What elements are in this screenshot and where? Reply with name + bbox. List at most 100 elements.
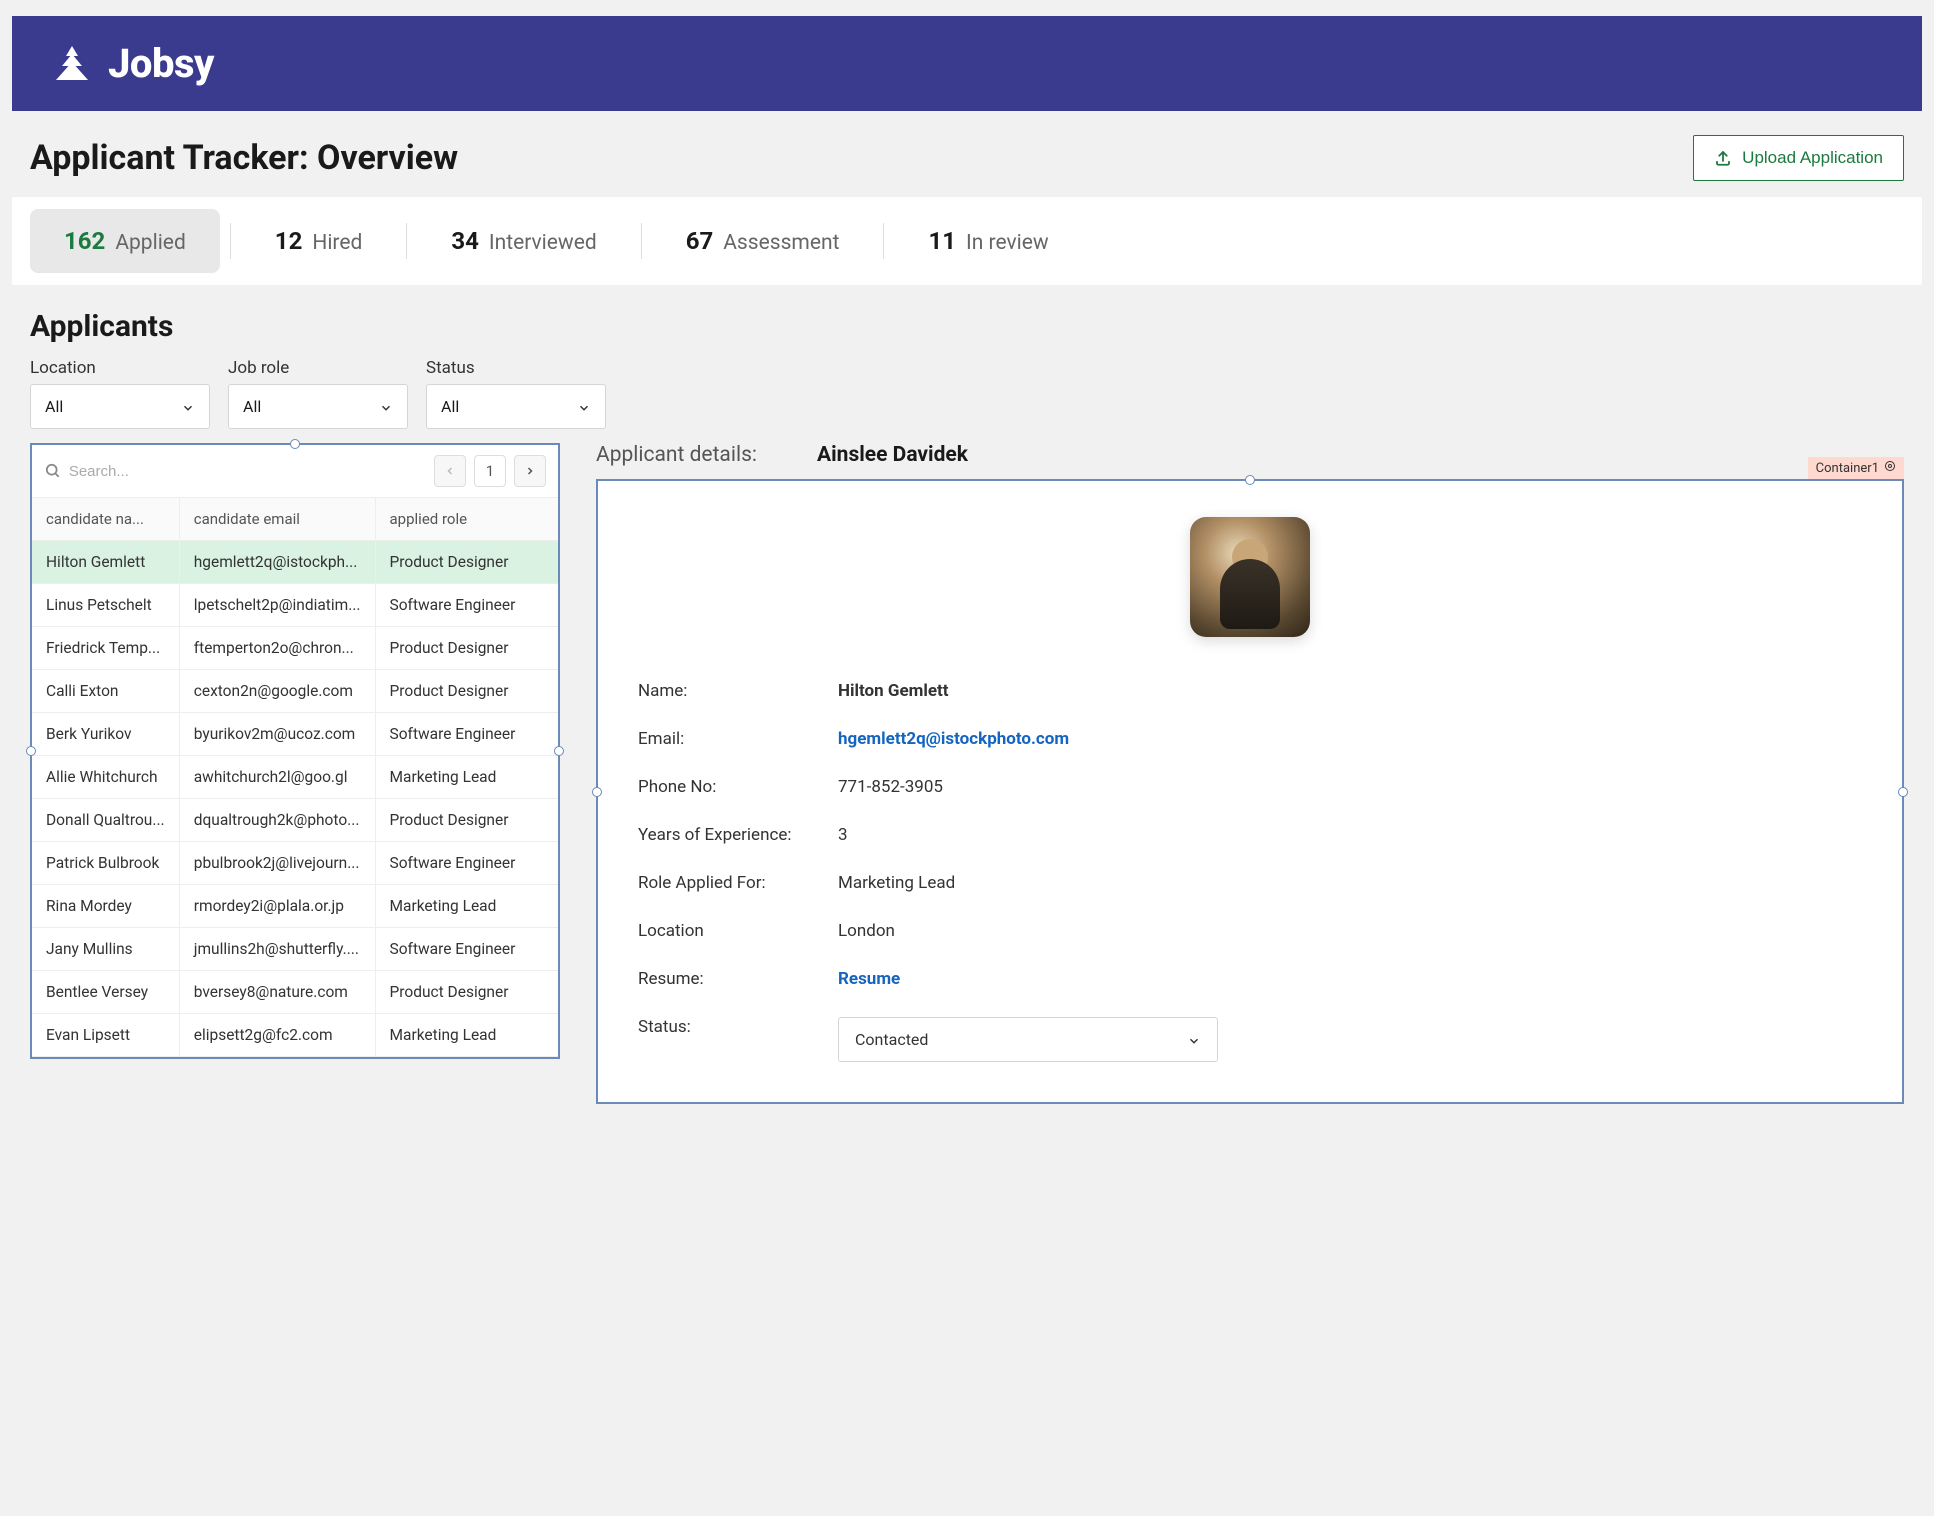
detail-status-select[interactable]: Contacted	[838, 1017, 1218, 1062]
table-row[interactable]: Donall Qualtrou...dqualtrough2k@photo...…	[32, 799, 558, 842]
cell-name: Allie Whitchurch	[32, 756, 179, 799]
applicants-table-panel: 1 candidate na... candidate email applie…	[30, 443, 560, 1059]
filter-jobrole-select[interactable]: All	[228, 384, 408, 429]
stat-count: 11	[928, 227, 956, 255]
table-row[interactable]: Rina Mordeyrmordey2i@plala.or.jpMarketin…	[32, 885, 558, 928]
table-row[interactable]: Calli Extoncexton2n@google.comProduct De…	[32, 670, 558, 713]
stat-count: 34	[451, 227, 479, 255]
cell-name: Calli Exton	[32, 670, 179, 713]
cell-name: Jany Mullins	[32, 928, 179, 971]
container-tag-label: Container1	[1816, 461, 1879, 476]
selection-handle-icon[interactable]	[1898, 787, 1908, 797]
cell-email: pbulbrook2j@livejourn...	[179, 842, 375, 885]
cell-email: lpetschelt2p@indiatim...	[179, 584, 375, 627]
cell-name: Donall Qualtrou...	[32, 799, 179, 842]
selection-handle-icon[interactable]	[554, 746, 564, 756]
chevron-down-icon	[1187, 1033, 1201, 1047]
cell-role: Product Designer	[375, 627, 558, 670]
table-row[interactable]: Bentlee Verseybversey8@nature.comProduct…	[32, 971, 558, 1014]
cell-role: Product Designer	[375, 670, 558, 713]
stat-interviewed[interactable]: 34 Interviewed	[417, 209, 630, 273]
stat-hired[interactable]: 12 Hired	[241, 209, 397, 273]
detail-status-label: Status:	[638, 1017, 838, 1062]
cell-name: Berk Yurikov	[32, 713, 179, 756]
applicant-details-label: Applicant details:	[596, 443, 757, 467]
search-input[interactable]	[69, 463, 426, 480]
selection-handle-icon[interactable]	[1245, 475, 1255, 485]
divider	[641, 223, 642, 259]
container-tag[interactable]: Container1	[1808, 457, 1904, 479]
detail-role-label: Role Applied For:	[638, 873, 838, 893]
col-applied-role[interactable]: applied role	[375, 498, 558, 541]
col-candidate-name[interactable]: candidate na...	[32, 498, 179, 541]
applicant-details-panel: Name: Hilton Gemlett Email: hgemlett2q@i…	[596, 479, 1904, 1104]
detail-resume-link[interactable]: Resume	[838, 969, 1862, 989]
table-row[interactable]: Jany Mullinsjmullins2h@shutterfly....Sof…	[32, 928, 558, 971]
chevron-down-icon	[379, 400, 393, 414]
stat-in-review[interactable]: 11 In review	[894, 209, 1082, 273]
table-row[interactable]: Allie Whitchurchawhitchurch2l@goo.glMark…	[32, 756, 558, 799]
cell-role: Product Designer	[375, 541, 558, 584]
upload-application-label: Upload Application	[1742, 148, 1883, 168]
cell-role: Software Engineer	[375, 842, 558, 885]
cell-role: Software Engineer	[375, 713, 558, 756]
chevron-down-icon	[577, 400, 591, 414]
filter-status-select[interactable]: All	[426, 384, 606, 429]
cell-role: Software Engineer	[375, 584, 558, 627]
page-title: Applicant Tracker: Overview	[30, 138, 458, 178]
stat-applied[interactable]: 162Applied	[30, 209, 220, 273]
cell-role: Product Designer	[375, 799, 558, 842]
cell-email: cexton2n@google.com	[179, 670, 375, 713]
table-row[interactable]: Linus Petscheltlpetschelt2p@indiatim...S…	[32, 584, 558, 627]
stat-label: Applied	[115, 231, 185, 255]
table-row[interactable]: Hilton Gemletthgemlett2q@istockph...Prod…	[32, 541, 558, 584]
stat-label: Interviewed	[489, 231, 597, 255]
filter-location-select[interactable]: All	[30, 384, 210, 429]
detail-role-value: Marketing Lead	[838, 873, 1862, 893]
selection-handle-icon[interactable]	[290, 439, 300, 449]
selection-handle-icon[interactable]	[26, 746, 36, 756]
stat-assessment[interactable]: 67Assessment	[652, 209, 874, 273]
detail-email-value[interactable]: hgemlett2q@istockphoto.com	[838, 729, 1862, 749]
table-row[interactable]: Berk Yurikovbyurikov2m@ucoz.comSoftware …	[32, 713, 558, 756]
pager-prev-button[interactable]	[434, 455, 466, 487]
stat-label: Assessment	[723, 231, 839, 255]
detail-name-value: Hilton Gemlett	[838, 681, 1862, 701]
divider	[406, 223, 407, 259]
cell-email: rmordey2i@plala.or.jp	[179, 885, 375, 928]
filter-jobrole-value: All	[243, 397, 261, 416]
cell-name: Bentlee Versey	[32, 971, 179, 1014]
upload-icon	[1714, 149, 1732, 167]
cell-name: Hilton Gemlett	[32, 541, 179, 584]
detail-phone-label: Phone No:	[638, 777, 838, 797]
app-header: Jobsy	[12, 16, 1922, 111]
applicant-details-name: Ainslee Davidek	[817, 443, 968, 467]
table-row[interactable]: Evan Lipsettelipsett2g@fc2.comMarketing …	[32, 1014, 558, 1057]
table-row[interactable]: Patrick Bulbrookpbulbrook2j@livejourn...…	[32, 842, 558, 885]
cell-role: Marketing Lead	[375, 1014, 558, 1057]
cell-name: Friedrick Temp...	[32, 627, 179, 670]
applicants-heading: Applicants	[30, 309, 1904, 344]
stats-bar: 162Applied 12 Hired 34 Interviewed 67Assessme…	[12, 197, 1922, 285]
detail-email-label: Email:	[638, 729, 838, 749]
cell-role: Marketing Lead	[375, 756, 558, 799]
stat-count: 12	[275, 227, 303, 255]
upload-application-button[interactable]: Upload Application	[1693, 135, 1904, 181]
filter-status-label: Status	[426, 358, 606, 378]
pager-page-number: 1	[474, 455, 506, 487]
col-candidate-email[interactable]: candidate email	[179, 498, 375, 541]
detail-location-value: London	[838, 921, 1862, 941]
stat-label: In review	[966, 231, 1049, 255]
applicants-table: candidate na... candidate email applied …	[32, 498, 558, 1057]
filter-status-value: All	[441, 397, 459, 416]
detail-phone-value: 771-852-3905	[838, 777, 1862, 797]
stat-label: Hired	[312, 231, 362, 255]
cell-email: dqualtrough2k@photo...	[179, 799, 375, 842]
cell-email: hgemlett2q@istockph...	[179, 541, 375, 584]
cell-role: Marketing Lead	[375, 885, 558, 928]
selection-handle-icon[interactable]	[592, 787, 602, 797]
cell-name: Linus Petschelt	[32, 584, 179, 627]
table-row[interactable]: Friedrick Temp...ftemperton2o@chron...Pr…	[32, 627, 558, 670]
chevron-down-icon	[181, 400, 195, 414]
pager-next-button[interactable]	[514, 455, 546, 487]
